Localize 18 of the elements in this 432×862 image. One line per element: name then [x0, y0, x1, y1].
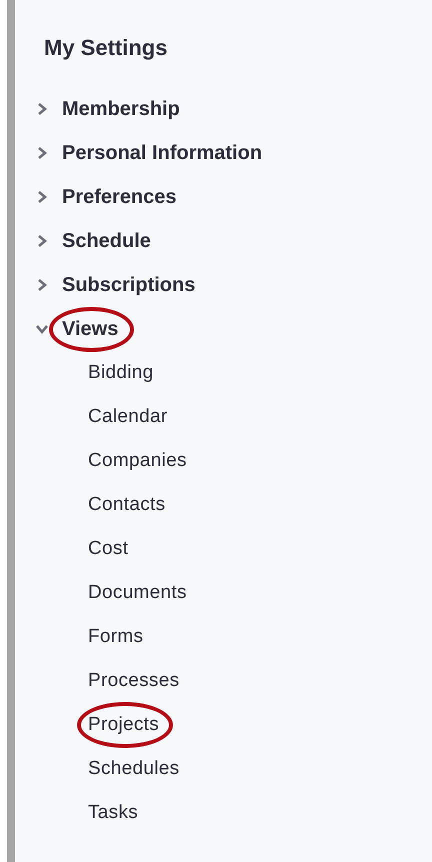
tree-item[interactable]: Subscriptions	[62, 274, 196, 296]
tree-subitem[interactable]: Forms	[88, 626, 144, 647]
tree-subitem[interactable]: Projects	[88, 714, 160, 735]
tree-subitem[interactable]: Documents	[88, 582, 187, 603]
panel-title: My Settings	[44, 35, 168, 61]
tree-subitem[interactable]: Processes	[88, 670, 180, 691]
tree-subitem[interactable]: Bidding	[88, 362, 154, 383]
tree-subitem[interactable]: Schedules	[88, 758, 180, 779]
tree-subitem[interactable]: Companies	[88, 450, 187, 471]
tree-item[interactable]: Membership	[62, 98, 180, 120]
tree-item[interactable]: Preferences	[62, 186, 177, 208]
tree-item[interactable]: Views	[62, 318, 118, 340]
tree-item[interactable]: Schedule	[62, 230, 151, 252]
tree-subitem[interactable]: Contacts	[88, 494, 166, 515]
tree-subitem[interactable]: Calendar	[88, 406, 168, 427]
tree-subitem[interactable]: Cost	[88, 538, 128, 559]
tree-subitem[interactable]: Tasks	[88, 802, 138, 823]
tree-item[interactable]: Personal Information	[62, 142, 262, 164]
